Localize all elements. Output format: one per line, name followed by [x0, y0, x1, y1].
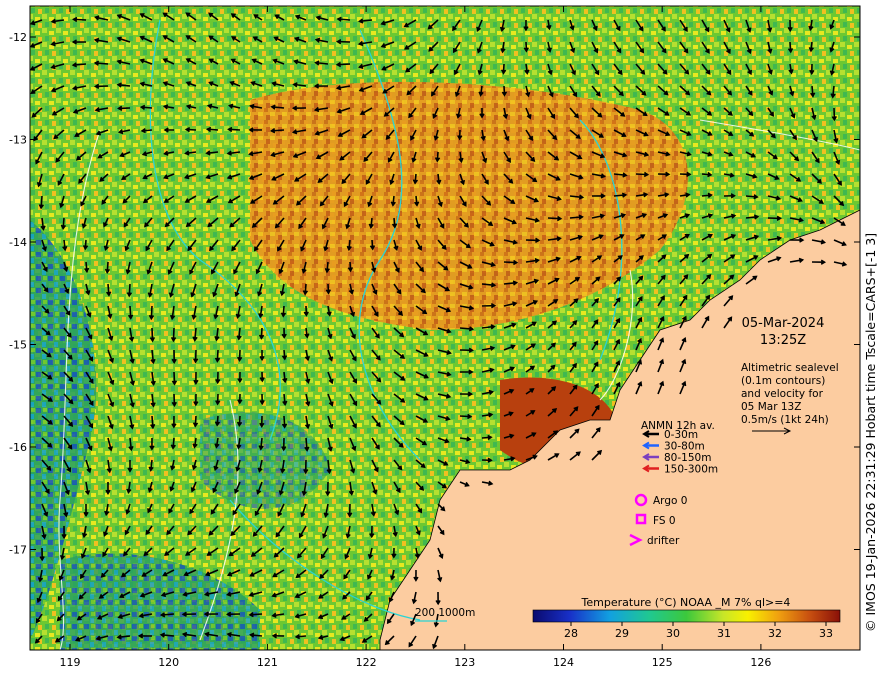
temperature-colorbar — [532, 609, 841, 623]
latitude-tick-label: -14 — [9, 236, 27, 249]
longitude-tick-label: 119 — [60, 656, 81, 669]
drifter-label: drifter — [647, 535, 680, 547]
altimetry-note-line: 05 Mar 13Z — [741, 401, 801, 413]
longitude-tick-label: 126 — [750, 656, 771, 669]
credit-label: © IMOS 19-Jan-2026 22:31:29 Hobart time … — [863, 233, 878, 632]
time-label: 13:25Z — [760, 333, 806, 348]
longitude-tick-label: 123 — [454, 656, 475, 669]
sst-map: -12 -13 -14 -15 -16 -17 119 120 121 122 123 124 125… — [9, 5, 878, 669]
fs-label: FS 0 — [653, 515, 676, 527]
colorbar-tick-label: 31 — [717, 627, 731, 640]
altimetry-note-line: 0.5m/s (1kt 24h) — [741, 414, 829, 426]
longitude-tick-label: 125 — [652, 656, 673, 669]
longitude-tick-label: 122 — [356, 656, 377, 669]
argo-label: Argo 0 — [653, 495, 687, 507]
latitude-tick-label: -16 — [9, 441, 27, 454]
colorbar-tick-label: 28 — [564, 627, 578, 640]
latitude-tick-label: -12 — [9, 31, 27, 44]
anmn-legend-label: 30-80m — [664, 441, 705, 453]
latitude-tick-label: -13 — [9, 134, 27, 147]
altimetry-note-line: Altimetric sealevel — [741, 362, 839, 374]
colorbar-tick-label: 32 — [768, 627, 782, 640]
longitude-tick-label: 120 — [158, 656, 179, 669]
altimetry-note-line: and velocity for — [741, 388, 824, 400]
colorbar-title: Temperature (°C) NOAA _M 7% ql>=4 — [581, 596, 791, 609]
anmn-legend-label: 80-150m — [664, 452, 711, 464]
anmn-legend-label: 0-30m — [664, 429, 698, 441]
date-label: 05-Mar-2024 — [742, 316, 825, 331]
latitude-tick-label: -17 — [9, 544, 27, 557]
bathymetry-label: 200 1000m — [415, 607, 475, 619]
colorbar-tick-label: 29 — [615, 627, 629, 640]
altimetry-note-line: (0.1m contours) — [741, 375, 825, 387]
longitude-tick-label: 121 — [257, 656, 278, 669]
colorbar-tick-label: 33 — [819, 627, 833, 640]
colorbar-tick-label: 30 — [666, 627, 680, 640]
anmn-legend-label: 150-300m — [664, 464, 718, 476]
longitude-tick-label: 124 — [553, 656, 574, 669]
latitude-tick-label: -15 — [9, 339, 27, 352]
